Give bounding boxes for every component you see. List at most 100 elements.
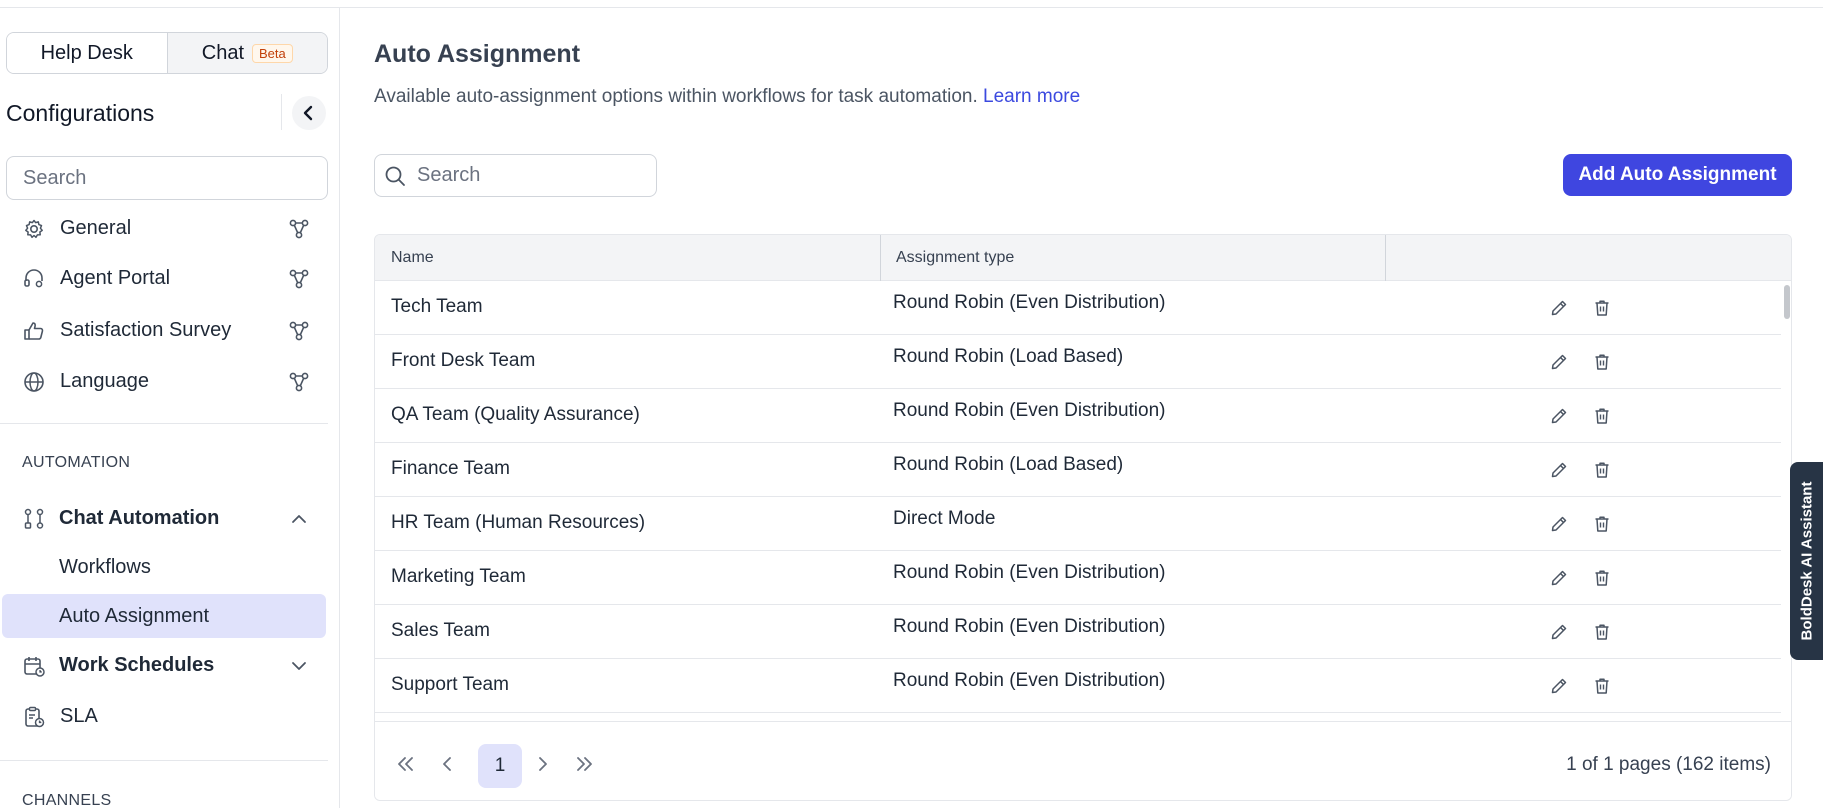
delete-button[interactable] [1590,350,1614,374]
last-page-button[interactable] [573,752,597,776]
delete-button[interactable] [1590,296,1614,320]
row-name-cell: QA Team (Quality Assurance) [391,404,640,425]
gear-icon [25,219,43,239]
chevron-right-icon [539,757,547,771]
pencil-icon [1551,570,1567,586]
delete-button[interactable] [1590,512,1614,536]
sidebar-item-satisfaction-survey[interactable]: Satisfaction Survey [0,308,328,352]
table-search [374,154,657,197]
pencil-icon [1551,354,1567,370]
edit-button[interactable] [1547,566,1571,590]
chevron-left-icon [443,757,451,771]
row-name-cell: Tech Team [391,296,483,317]
previous-page-button[interactable] [435,752,459,776]
trash-icon [1595,570,1609,586]
help-desk-tab-label: Help Desk [40,41,133,64]
help-desk-tab[interactable]: Help Desk [7,33,167,73]
row-name-cell: Marketing Team [391,566,526,587]
edit-button[interactable] [1547,512,1571,536]
table-row[interactable]: Front Desk Team Round Robin (Load Based) [375,335,1781,389]
delete-button[interactable] [1590,674,1614,698]
row-assignment-type-cell: Round Robin (Even Distribution) [893,562,1166,583]
scrollbar-thumb[interactable] [1784,285,1790,319]
row-name-cell: Sales Team [391,620,490,641]
pencil-icon [1551,678,1567,694]
ai-assistant-tab[interactable]: BoldDesk AI Assistant [1790,462,1823,660]
edit-button[interactable] [1547,404,1571,428]
edit-button[interactable] [1547,620,1571,644]
trash-icon [1595,300,1609,316]
edit-button[interactable] [1547,296,1571,320]
learn-more-link[interactable]: Learn more [983,86,1080,107]
globe-icon [24,372,44,392]
beta-badge: Beta [252,43,293,63]
double-chevron-right-icon [577,757,592,771]
first-page-button[interactable] [393,752,417,776]
edit-button[interactable] [1547,674,1571,698]
sidebar-item-label: Work Schedules [59,653,215,676]
trash-icon [1595,462,1609,478]
page-description: Available auto-assignment options within… [374,86,1080,108]
automation-nodes-icon [24,508,44,529]
section-divider [0,423,328,424]
delete-button[interactable] [1590,458,1614,482]
page-number-button[interactable]: 1 [478,744,522,788]
pencil-icon [1551,516,1567,532]
sidebar-item-label: Workflows [59,555,151,578]
row-assignment-type-cell: Round Robin (Even Distribution) [893,400,1166,421]
pencil-icon [1551,408,1567,424]
thumbs-up-icon [24,322,44,340]
table-row[interactable]: HR Team (Human Resources) Direct Mode [375,497,1781,551]
top-bar [0,0,1823,8]
chevron-left-icon [303,105,313,121]
pagination-info: 1 of 1 pages (162 items) [1566,754,1771,775]
table-row[interactable]: Marketing Team Round Robin (Even Distribu… [375,551,1781,605]
product-toggle: Help Desk Chat Beta [6,32,328,74]
edit-button[interactable] [1547,458,1571,482]
delete-button[interactable] [1590,620,1614,644]
headset-icon [24,269,43,288]
table-row[interactable]: Finance Team Round Robin (Load Based) [375,443,1781,497]
automation-section-label: AUTOMATION [22,454,131,471]
collapse-sidebar-button[interactable] [292,96,326,130]
column-header-assignment-type[interactable]: Assignment type [880,235,1385,281]
search-input[interactable] [417,155,647,196]
table-row[interactable]: Support Team Round Robin (Even Distributi… [375,659,1781,713]
title-divider [281,94,282,130]
channels-section-label: CHANNELS [22,792,112,808]
sidebar-item-chat-automation[interactable]: Chat Automation [0,496,328,540]
section-divider [0,760,328,761]
add-auto-assignment-button[interactable]: Add Auto Assignment [1563,154,1792,196]
row-assignment-type-cell: Round Robin (Even Distribution) [893,616,1166,637]
sidebar-item-agent-portal[interactable]: Agent Portal [0,256,328,300]
delete-button[interactable] [1590,404,1614,428]
clipboard-clock-icon [25,706,45,728]
sidebar-item-language[interactable]: Language [0,359,328,403]
ai-assistant-label: BoldDesk AI Assistant [1798,481,1815,641]
table-row[interactable]: Sales Team Round Robin (Even Distribution… [375,605,1781,659]
column-header-name[interactable]: Name [375,235,880,281]
sidebar-item-sla[interactable]: SLA [0,694,328,738]
delete-button[interactable] [1590,566,1614,590]
sidebar-item-label: Satisfaction Survey [60,318,232,341]
workflow-hub-icon [289,269,309,289]
sidebar-item-work-schedules[interactable]: Work Schedules [0,643,328,687]
next-page-button[interactable] [531,752,555,776]
row-assignment-type-cell: Direct Mode [893,508,996,529]
sidebar-item-label: SLA [60,704,98,727]
pencil-icon [1551,462,1567,478]
trash-icon [1595,678,1609,694]
sidebar-item-auto-assignment[interactable]: Auto Assignment [2,594,326,638]
row-name-cell: Finance Team [391,458,510,479]
edit-button[interactable] [1547,350,1571,374]
chat-tab[interactable]: Chat Beta [166,33,327,73]
row-assignment-type-cell: Round Robin (Even Distribution) [893,292,1166,313]
sidebar-item-label: Auto Assignment [59,604,210,627]
sidebar-item-workflows[interactable]: Workflows [0,545,328,589]
sidebar-item-general[interactable]: General [0,206,328,250]
chevron-up-icon [292,515,306,523]
table-row[interactable]: Tech Team Round Robin (Even Distribution) [375,281,1781,335]
table-row[interactable]: QA Team (Quality Assurance) Round Robin (… [375,389,1781,443]
sidebar-search-input[interactable] [6,156,328,200]
table-header: Name Assignment type [375,235,1791,281]
